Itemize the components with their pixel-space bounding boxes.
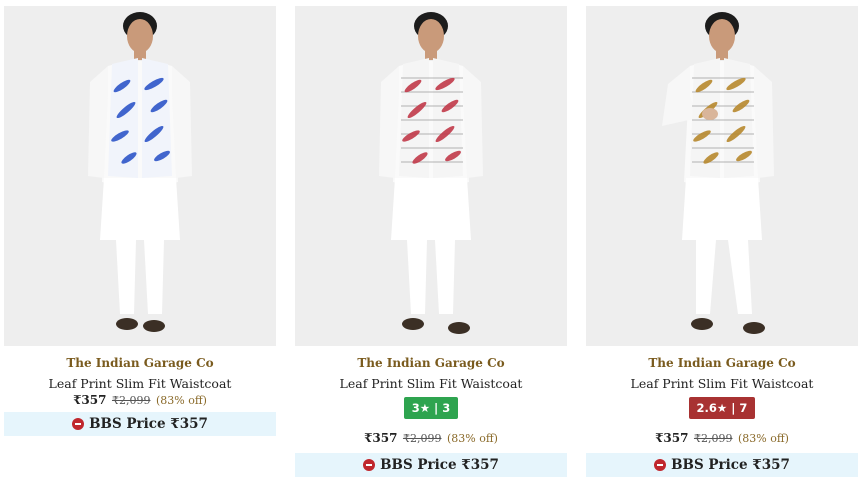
- product-image[interactable]: [295, 6, 567, 346]
- price-row: ₹357 ₹2,099 (83% off): [295, 431, 567, 445]
- product-mrp: ₹2,099: [402, 432, 442, 445]
- product-brand: The Indian Garage Co: [66, 356, 214, 370]
- rating-badge: 3★ | 3: [403, 397, 459, 419]
- bbs-price-banner: BBS Price ₹357: [586, 453, 858, 477]
- price-row: ₹357 ₹2,099 (83% off): [4, 393, 276, 407]
- product-price: ₹357: [655, 431, 689, 445]
- bbs-price-banner: BBS Price ₹357: [4, 412, 276, 436]
- product-title[interactable]: Leaf Print Slim Fit Waistcoat: [586, 376, 858, 391]
- bbs-price-label: BBS Price ₹357: [671, 457, 790, 473]
- rating-container: 3★ | 3: [295, 397, 567, 419]
- bbs-logo-icon: [654, 459, 667, 471]
- product-mrp: ₹2,099: [693, 432, 733, 445]
- product-grid: The Indian Garage Co Leaf Print Slim Fit…: [0, 0, 865, 504]
- product-price: ₹357: [73, 393, 107, 407]
- bbs-logo-icon: [72, 418, 85, 430]
- price-row: ₹357 ₹2,099 (83% off): [586, 431, 858, 445]
- rating-badge: 2.6★ | 7: [688, 397, 756, 419]
- rating-container: 2.6★ | 7: [586, 397, 858, 419]
- product-brand: The Indian Garage Co: [357, 356, 505, 370]
- product-mrp: ₹2,099: [111, 394, 151, 407]
- product-discount: (83% off): [155, 394, 207, 407]
- bbs-price-label: BBS Price ₹357: [380, 457, 499, 473]
- product-image[interactable]: [4, 6, 276, 346]
- bbs-price-label: BBS Price ₹357: [89, 416, 208, 432]
- product-title[interactable]: Leaf Print Slim Fit Waistcoat: [4, 376, 276, 391]
- product-image[interactable]: [586, 6, 858, 346]
- product-price: ₹357: [364, 431, 398, 445]
- product-title[interactable]: Leaf Print Slim Fit Waistcoat: [295, 376, 567, 391]
- product-discount: (83% off): [446, 432, 498, 445]
- bbs-price-banner: BBS Price ₹357: [295, 453, 567, 477]
- product-discount: (83% off): [737, 432, 789, 445]
- product-card[interactable]: The Indian Garage Co Leaf Print Slim Fit…: [4, 6, 276, 436]
- bbs-logo-icon: [363, 459, 376, 471]
- product-card[interactable]: The Indian Garage Co Leaf Print Slim Fit…: [586, 6, 858, 477]
- product-card[interactable]: The Indian Garage Co Leaf Print Slim Fit…: [295, 6, 567, 477]
- product-brand: The Indian Garage Co: [648, 356, 796, 370]
